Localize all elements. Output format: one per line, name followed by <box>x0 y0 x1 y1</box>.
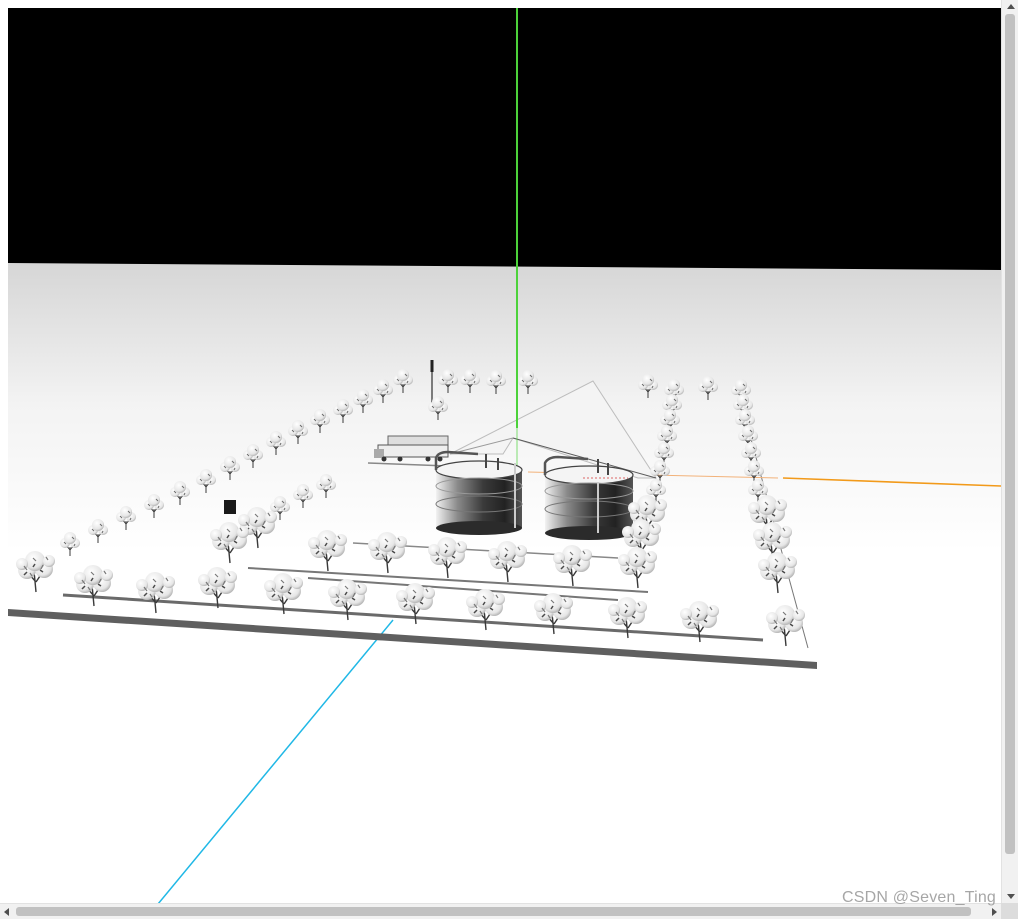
utility-box <box>224 500 236 514</box>
arrow-right-icon[interactable] <box>992 908 997 916</box>
3d-scene[interactable] <box>8 8 1001 904</box>
arrow-left-icon[interactable] <box>4 908 9 916</box>
3d-viewport[interactable] <box>8 8 1001 904</box>
horizontal-scroll-track[interactable] <box>16 907 985 916</box>
arrow-down-icon[interactable] <box>1007 894 1015 899</box>
vertical-scrollbar[interactable] <box>1001 0 1018 903</box>
arrow-up-icon[interactable] <box>1007 4 1015 9</box>
watermark: CSDN @Seven_Ting <box>842 889 997 906</box>
storage-tank-left <box>434 450 523 535</box>
storage-tank-right <box>543 455 634 540</box>
horizontal-scroll-thumb[interactable] <box>16 907 971 916</box>
vertical-scroll-track[interactable] <box>1005 14 1015 889</box>
vertical-scroll-thumb[interactable] <box>1005 14 1015 854</box>
scrollbar-corner <box>1001 903 1018 919</box>
sky <box>8 8 1001 270</box>
